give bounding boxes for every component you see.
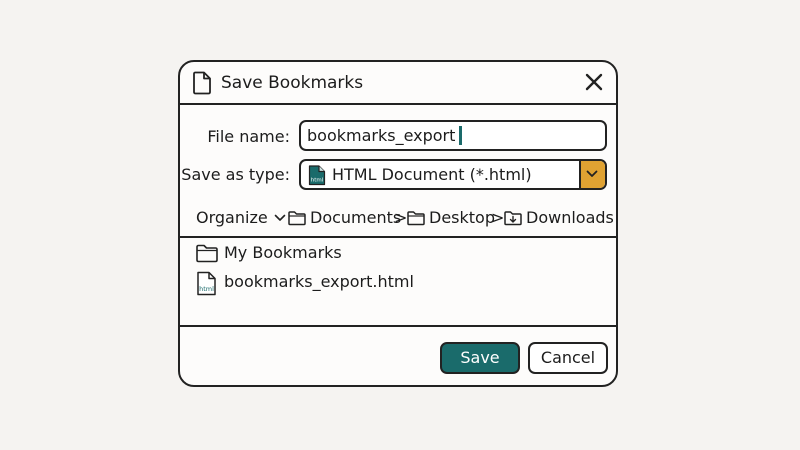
save-bookmarks-dialog: Save Bookmarks File name: bookmarks_expo… xyxy=(178,60,618,387)
breadcrumb-desktop[interactable]: Desktop xyxy=(407,208,495,228)
file-name-input[interactable]: bookmarks_export xyxy=(299,120,607,151)
cancel-button[interactable]: Cancel xyxy=(528,342,608,374)
file-list: My Bookmarks html bookmarks_export.html xyxy=(180,238,616,327)
file-name: My Bookmarks xyxy=(224,243,342,262)
html-file-icon: html xyxy=(308,165,326,186)
breadcrumb-separator: > xyxy=(394,208,408,227)
html-badge-text: html xyxy=(311,178,324,184)
document-icon xyxy=(193,71,211,95)
save-button[interactable]: Save xyxy=(440,342,520,374)
close-icon[interactable] xyxy=(582,70,606,94)
save-as-type-label: Save as type: xyxy=(181,165,290,184)
organize-label: Organize xyxy=(196,208,268,227)
location-bar: Organize Documents > Desktop > Downloads xyxy=(180,202,616,238)
breadcrumb-documents[interactable]: Documents xyxy=(288,208,401,228)
folder-icon xyxy=(288,211,306,226)
dialog-title: Save Bookmarks xyxy=(221,73,364,93)
chevron-down-icon xyxy=(274,214,285,221)
html-badge-text: html xyxy=(199,285,214,293)
title-bar: Save Bookmarks xyxy=(180,62,616,105)
organize-menu[interactable]: Organize xyxy=(196,208,286,228)
file-name: bookmarks_export.html xyxy=(224,272,414,291)
chevron-down-icon xyxy=(586,170,598,177)
breadcrumb-downloads[interactable]: Downloads xyxy=(504,208,614,228)
text-caret xyxy=(459,126,462,145)
file-name-text-wrap: bookmarks_export xyxy=(307,126,462,146)
dropdown-toggle-button[interactable] xyxy=(579,161,605,188)
downloads-folder-icon xyxy=(504,211,522,226)
breadcrumb-label: Documents xyxy=(310,208,402,227)
folder-icon xyxy=(407,211,425,226)
breadcrumb-label: Downloads xyxy=(526,208,614,227)
file-name-label: File name: xyxy=(207,127,290,146)
save-as-type-value: HTML Document (*.html) xyxy=(332,165,532,184)
folder-icon xyxy=(196,244,218,263)
breadcrumb-label: Desktop xyxy=(429,208,495,227)
html-file-icon: html xyxy=(197,271,216,296)
file-name-value: bookmarks_export xyxy=(307,126,456,145)
breadcrumb-separator: > xyxy=(491,208,505,227)
save-as-type-select[interactable]: html HTML Document (*.html) xyxy=(299,159,607,190)
